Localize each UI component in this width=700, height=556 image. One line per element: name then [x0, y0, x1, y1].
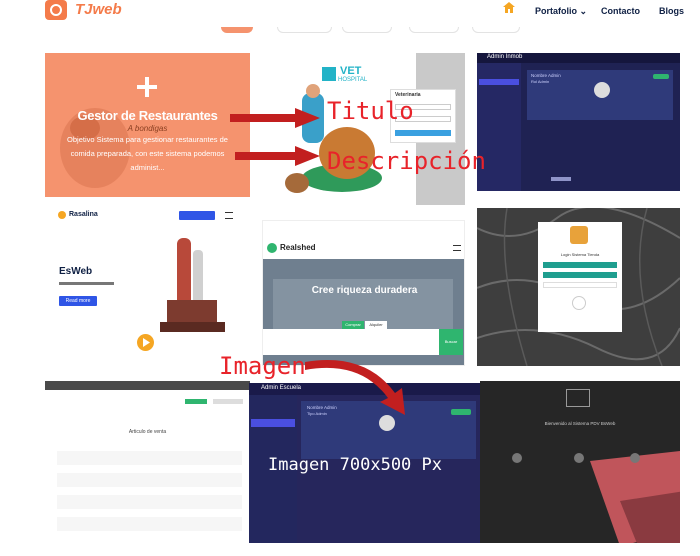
profile-role: Rol Admin	[531, 79, 550, 84]
esweb-title: EsWeb	[59, 266, 93, 277]
project-card-table-app[interactable]: Articulo de venta	[45, 381, 250, 543]
login-field-3[interactable]	[543, 282, 617, 288]
hamburger-icon[interactable]	[225, 212, 233, 219]
card-description: Objetivo Sistema para gestionar restaura…	[67, 135, 228, 172]
avatar	[594, 82, 610, 98]
login-title: Login Sistema Tienda	[560, 252, 600, 257]
filter-pill[interactable]	[277, 27, 332, 33]
project-card-restaurant[interactable]: Gestor de Restaurantes A bondigas Objeti…	[45, 53, 250, 197]
monitor-icon	[566, 389, 590, 407]
top-navbar: TJweb Portafolio ⌄ Contacto Blogs	[0, 0, 700, 26]
nav-blogs[interactable]: Blogs	[659, 6, 684, 16]
sidebar-item-active[interactable]	[251, 419, 295, 427]
pdv-title: Bienvenido al Sistema PDV BsWeb	[544, 421, 616, 426]
annotation-descripcion: Descripción	[327, 147, 486, 175]
admin-profile-card: Nombre Admin Rol Admin	[527, 70, 673, 120]
vet-logo-line1: VET	[340, 65, 362, 77]
card-subtitle: A bondigas	[127, 124, 168, 133]
card-title: Gestor de Restaurantes	[77, 108, 218, 123]
arrow-imagen	[305, 360, 405, 415]
esweb-header-button[interactable]	[179, 211, 215, 220]
table-app-topbar	[45, 381, 250, 390]
vet-cross-icon	[322, 67, 336, 81]
filter-pill[interactable]	[221, 27, 253, 33]
pdv-option-icon[interactable]	[574, 453, 584, 463]
decorative-shapes	[590, 451, 680, 543]
store-logo-icon	[570, 226, 588, 244]
admin-app-name: Admin Escuela	[261, 385, 302, 391]
project-card-esweb[interactable]: Rasalina EsWeb Read more	[45, 208, 250, 358]
realshed-header	[263, 221, 464, 259]
login-icon	[572, 296, 586, 310]
nav-contacto[interactable]: Contacto	[601, 6, 640, 16]
admin-app-name: Admin Inmob	[487, 54, 523, 60]
hamburger-icon[interactable]	[453, 245, 461, 251]
sidebar-item-active[interactable]	[479, 79, 519, 85]
annotation-imagen: Imagen	[219, 352, 306, 380]
rasalina-logo-icon	[58, 211, 66, 219]
table-heading: Articulo de venta	[128, 429, 167, 435]
realshed-hero-title: Cree riqueza duradera	[311, 285, 418, 296]
project-card-pdv[interactable]: Bienvenido al Sistema PDV BsWeb	[480, 381, 680, 543]
login-card: Login Sistema Tienda	[538, 222, 622, 332]
home-icon[interactable]	[503, 2, 515, 13]
profile-name: Nombre Admin	[531, 73, 561, 78]
admin-edit-button[interactable]	[451, 409, 471, 415]
annotation-titulo: Titulo	[327, 97, 414, 125]
project-card-realshed[interactable]: Realshed Cree riqueza duradera Comprar A…	[262, 220, 465, 366]
esweb-subtitle	[59, 282, 114, 285]
pdv-option-icon[interactable]	[630, 453, 640, 463]
brand-name[interactable]: TJweb	[75, 1, 122, 18]
project-card-login-tienda[interactable]: Login Sistema Tienda	[477, 208, 680, 366]
nav-portafolio[interactable]: Portafolio ⌄	[535, 6, 587, 17]
table-app-button[interactable]	[185, 399, 207, 404]
vet-login-button[interactable]	[395, 130, 451, 136]
table-row[interactable]	[57, 473, 242, 487]
project-card-admin-inmob[interactable]: Admin Inmob Nombre Admin Rol Admin	[477, 53, 680, 191]
chevron-down-icon: ⌄	[579, 6, 588, 16]
search-button[interactable]: Buscar	[439, 329, 463, 355]
tab-alquiler[interactable]: Alquiler	[365, 321, 387, 329]
admin-footer-text	[551, 177, 571, 181]
table-row[interactable]	[57, 495, 242, 509]
rocket-illustration	[160, 238, 225, 332]
filter-pill[interactable]	[342, 27, 392, 33]
play-icon	[143, 338, 150, 347]
filter-pill[interactable]	[409, 27, 459, 33]
table-row[interactable]	[57, 517, 242, 531]
login-field-2[interactable]	[543, 272, 617, 278]
realshed-brand: Realshed	[280, 243, 316, 252]
table-app-select[interactable]	[213, 399, 243, 404]
esweb-cta-button[interactable]: Read more	[59, 296, 97, 306]
realshed-logo-icon	[267, 243, 277, 253]
filter-pill[interactable]	[472, 27, 520, 33]
arrows-titulo-descripcion	[230, 108, 320, 166]
esweb-brand: Rasalina	[69, 211, 98, 218]
login-field-1[interactable]	[543, 262, 617, 268]
brand-logo-icon[interactable]	[45, 0, 67, 20]
play-button[interactable]	[137, 334, 154, 351]
tab-comprar[interactable]: Comprar	[342, 321, 364, 329]
table-row[interactable]	[57, 451, 242, 465]
admin-edit-button[interactable]	[653, 74, 669, 79]
pdv-option-icon[interactable]	[512, 453, 522, 463]
expand-plus-icon[interactable]	[137, 77, 157, 97]
annotation-image-size: Imagen 700x500 Px	[268, 455, 442, 475]
